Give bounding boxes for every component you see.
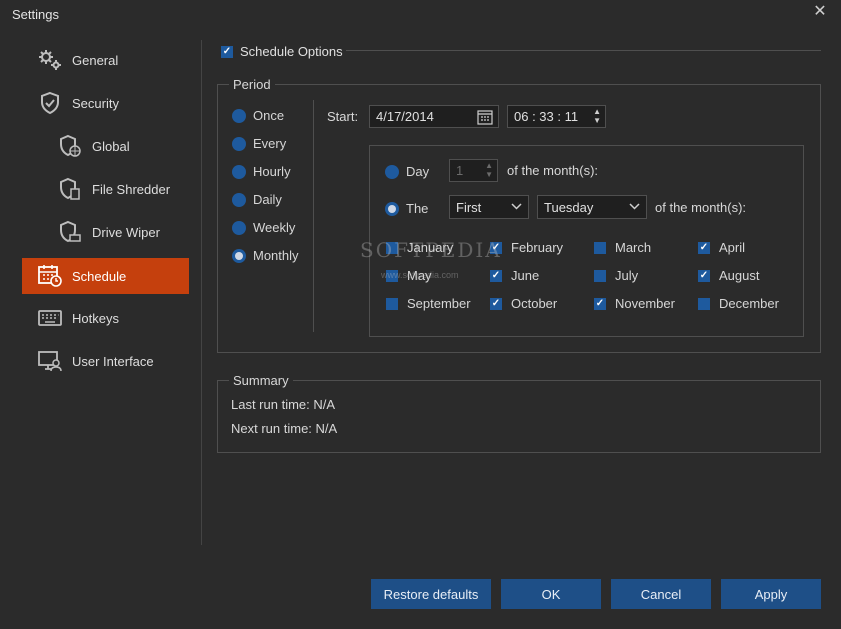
month-checkbox-march[interactable]: March: [594, 240, 651, 255]
sidebar-item-label: User Interface: [72, 353, 154, 369]
sidebar-item-file-shredder[interactable]: File Shredder: [56, 171, 186, 207]
sidebar-item-drive-wiper[interactable]: Drive Wiper: [56, 214, 186, 250]
checkbox-icon: [594, 241, 606, 254]
sidebar-divider: [201, 40, 202, 545]
checkbox-checked-icon: ✓: [490, 269, 502, 282]
apply-button[interactable]: Apply: [721, 579, 821, 609]
radio-icon: [385, 164, 399, 179]
spin-arrows-icon[interactable]: ▲ ▼: [485, 161, 493, 179]
radio-selected-icon: [385, 201, 399, 216]
ordinal-value: First: [456, 199, 482, 215]
header-rule: [346, 50, 821, 51]
schedule-options-label: Schedule Options: [240, 44, 343, 59]
day-number-value: 1: [456, 163, 464, 178]
spin-arrows-icon[interactable]: ▲ ▼: [593, 107, 601, 125]
calendar-clock-icon: [36, 262, 64, 290]
day-number-stepper[interactable]: 1 ▲ ▼: [449, 159, 498, 182]
radio-every[interactable]: Every: [232, 136, 286, 151]
weekday-value: Tuesday: [544, 199, 594, 215]
month-checkbox-september[interactable]: September: [386, 296, 471, 311]
checkbox-checked-icon: ✓: [490, 297, 502, 310]
cancel-button[interactable]: Cancel: [611, 579, 711, 609]
sidebar-item-security[interactable]: Security: [36, 85, 186, 121]
radio-selected-icon: [232, 248, 246, 263]
restore-defaults-button[interactable]: Restore defaults: [371, 579, 491, 609]
chevron-down-icon: [511, 200, 522, 217]
day-suffix-label: of the month(s):: [507, 163, 599, 178]
chevron-down-icon: [629, 200, 640, 217]
checkbox-icon: [386, 269, 398, 282]
calendar-icon[interactable]: [477, 109, 493, 128]
month-checkbox-january[interactable]: January: [386, 240, 453, 255]
start-label: Start:: [327, 109, 359, 124]
radio-icon: [232, 164, 246, 179]
month-checkbox-april[interactable]: ✓ April: [698, 240, 745, 255]
sidebar-item-general[interactable]: General: [36, 42, 186, 78]
start-date-value: 4/17/2014: [376, 109, 434, 124]
monitor-user-icon: [36, 347, 64, 375]
month-checkbox-june[interactable]: ✓ June: [490, 268, 539, 283]
month-checkbox-february[interactable]: ✓ February: [490, 240, 563, 255]
checkbox-icon: [386, 241, 398, 254]
checkbox-checked-icon: ✓: [221, 45, 233, 58]
period-divider: [313, 100, 314, 332]
close-icon[interactable]: ✕: [811, 3, 829, 21]
the-suffix-label: of the month(s):: [655, 200, 747, 215]
shield-icon: [36, 89, 64, 117]
shield-globe-icon: [56, 132, 84, 160]
ordinal-select[interactable]: First: [449, 195, 529, 219]
shield-file-icon: [56, 175, 84, 203]
sidebar-item-label: General: [72, 52, 119, 68]
sidebar-item-label: File Shredder: [92, 181, 171, 197]
radio-the[interactable]: The: [385, 201, 428, 216]
checkbox-icon: [594, 269, 606, 282]
window-title: Settings: [12, 7, 59, 22]
start-date-field[interactable]: 4/17/2014: [369, 105, 499, 128]
gears-icon: [36, 46, 64, 74]
summary-legend: Summary: [229, 373, 293, 388]
radio-icon: [232, 136, 246, 151]
checkbox-checked-icon: ✓: [698, 241, 710, 254]
sidebar-item-label: Security: [72, 95, 119, 111]
checkbox-checked-icon: ✓: [594, 297, 606, 310]
sidebar-item-label: Global: [92, 138, 130, 154]
radio-once[interactable]: Once: [232, 108, 284, 123]
sidebar-item-user-interface[interactable]: User Interface: [36, 343, 196, 379]
month-checkbox-may[interactable]: May: [386, 268, 432, 283]
sidebar-item-schedule[interactable]: Schedule: [22, 258, 189, 294]
sidebar-item-hotkeys[interactable]: Hotkeys: [36, 300, 186, 336]
summary-group: [217, 380, 821, 453]
sidebar-item-label: Drive Wiper: [92, 224, 160, 240]
start-time-value: 06 : 33 : 11: [514, 109, 579, 124]
month-checkbox-december[interactable]: December: [698, 296, 779, 311]
ok-button[interactable]: OK: [501, 579, 601, 609]
radio-daily[interactable]: Daily: [232, 192, 282, 207]
schedule-options-checkbox[interactable]: ✓ Schedule Options: [221, 44, 343, 59]
weekday-select[interactable]: Tuesday: [537, 195, 647, 219]
month-checkbox-november[interactable]: ✓ November: [594, 296, 675, 311]
checkbox-icon: [386, 297, 398, 310]
next-run-time: Next run time: N/A: [231, 421, 338, 436]
last-run-time: Last run time: N/A: [231, 397, 336, 412]
checkbox-checked-icon: ✓: [490, 241, 502, 254]
month-checkbox-august[interactable]: ✓ August: [698, 268, 759, 283]
radio-monthly[interactable]: Monthly: [232, 248, 299, 263]
radio-hourly[interactable]: Hourly: [232, 164, 291, 179]
start-time-field[interactable]: 06 : 33 : 11 ▲ ▼: [507, 105, 606, 128]
sidebar-item-label: Hotkeys: [72, 310, 119, 326]
radio-icon: [232, 192, 246, 207]
month-checkbox-july[interactable]: July: [594, 268, 638, 283]
radio-day[interactable]: Day: [385, 164, 429, 179]
sidebar-item-global[interactable]: Global: [56, 128, 186, 164]
radio-weekly[interactable]: Weekly: [232, 220, 295, 235]
sidebar-item-label: Schedule: [72, 268, 127, 284]
shield-drive-icon: [56, 218, 84, 246]
period-legend: Period: [229, 77, 275, 92]
radio-icon: [232, 220, 246, 235]
keyboard-icon: [36, 304, 64, 332]
radio-icon: [232, 108, 246, 123]
month-checkbox-october[interactable]: ✓ October: [490, 296, 557, 311]
checkbox-checked-icon: ✓: [698, 269, 710, 282]
checkbox-icon: [698, 297, 710, 310]
